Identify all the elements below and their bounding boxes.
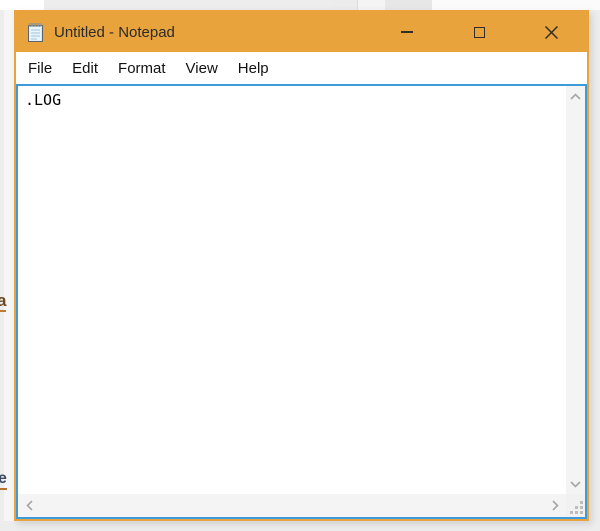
- notepad-icon: [27, 22, 45, 43]
- background-tab: [358, 0, 385, 10]
- scroll-up-button[interactable]: [566, 88, 585, 104]
- menu-item-edit[interactable]: Edit: [62, 56, 108, 81]
- scroll-left-button[interactable]: [21, 494, 37, 517]
- menu-item-view[interactable]: View: [176, 56, 228, 81]
- maximize-button[interactable]: [443, 12, 515, 52]
- background-text-fragment: e: [0, 471, 7, 490]
- minimize-button[interactable]: [371, 12, 443, 52]
- window-controls: [371, 12, 587, 52]
- close-icon: [545, 26, 558, 39]
- menu-item-help[interactable]: Help: [228, 56, 279, 81]
- menu-item-format[interactable]: Format: [108, 56, 176, 81]
- menu-item-file[interactable]: File: [18, 56, 62, 81]
- notepad-window: Untitled - Notepad File Edit Format View…: [14, 10, 589, 521]
- editor-area: .LOG: [16, 84, 587, 519]
- background-text-fragment: a: [0, 292, 6, 312]
- text-area[interactable]: .LOG: [18, 86, 566, 494]
- resize-grip-icon: [570, 501, 583, 514]
- chevron-left-icon: [26, 500, 33, 511]
- chevron-up-icon: [570, 93, 581, 100]
- chevron-right-icon: [552, 500, 559, 511]
- menu-bar: File Edit Format View Help: [16, 52, 587, 84]
- minimize-icon: [401, 31, 413, 33]
- scroll-right-button[interactable]: [547, 494, 563, 517]
- background-block: [0, 0, 44, 10]
- horizontal-scrollbar[interactable]: [18, 494, 566, 517]
- maximize-icon: [474, 27, 485, 38]
- background-tab: [385, 0, 432, 10]
- background-tab: [332, 0, 358, 10]
- window-title: Untitled - Notepad: [54, 24, 175, 41]
- chevron-down-icon: [570, 481, 581, 488]
- scroll-down-button[interactable]: [566, 476, 585, 492]
- close-button[interactable]: [515, 12, 587, 52]
- resize-grip[interactable]: [566, 494, 585, 517]
- vertical-scrollbar[interactable]: [566, 86, 585, 494]
- background-strip: [4, 10, 14, 521]
- background-tab: [432, 0, 600, 10]
- title-bar[interactable]: Untitled - Notepad: [16, 12, 587, 52]
